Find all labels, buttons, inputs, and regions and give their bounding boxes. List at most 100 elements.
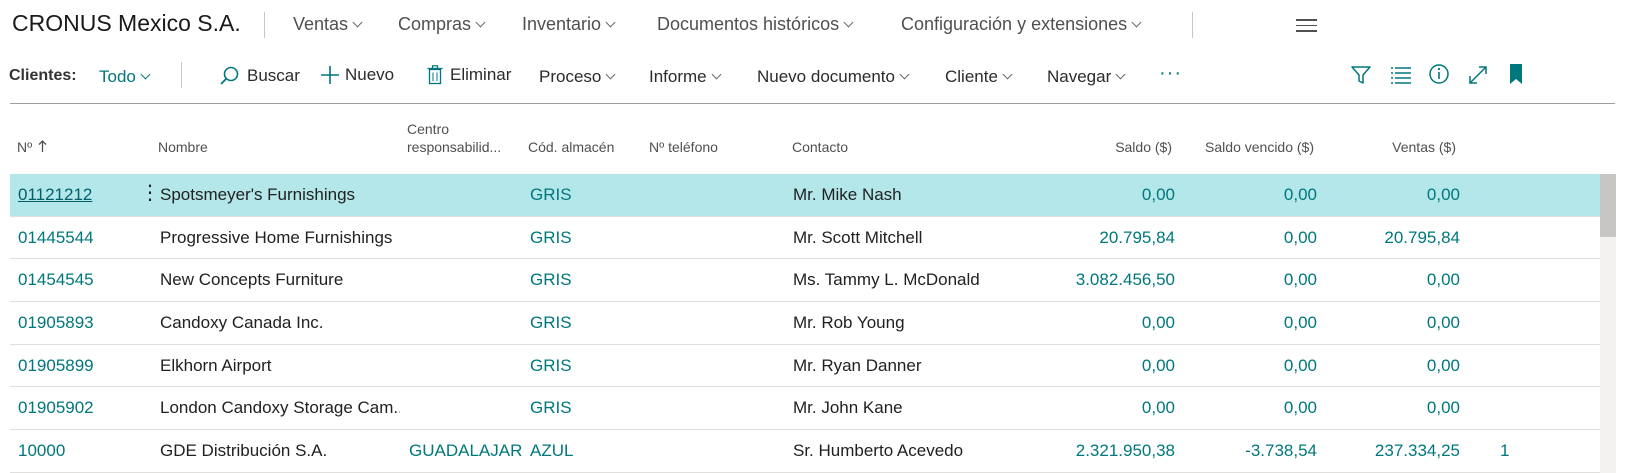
balance-value[interactable]: 3.082.456,50 — [1050, 270, 1175, 290]
action-divider — [181, 62, 182, 88]
expand-icon[interactable] — [1467, 64, 1489, 86]
delete-label: Eliminar — [450, 65, 512, 84]
column-header-center-line2[interactable]: responsabilid... — [407, 139, 501, 155]
menu-inventario[interactable]: Inventario — [522, 14, 616, 35]
customer-no-link[interactable]: 01454545 — [18, 270, 128, 290]
sales-value[interactable]: 0,00 — [1330, 398, 1460, 418]
overdue-value[interactable]: 0,00 — [1190, 185, 1317, 205]
column-header-sales[interactable]: Ventas ($) — [1336, 139, 1456, 155]
location-code[interactable]: GRIS — [530, 313, 640, 333]
balance-value[interactable]: 2.321.950,38 — [1050, 441, 1175, 461]
delete-button[interactable]: Eliminar — [427, 65, 511, 85]
chevron-down-icon — [475, 17, 486, 27]
contact-name: Sr. Humberto Acevedo — [793, 441, 964, 461]
location-code[interactable]: GRIS — [530, 270, 640, 290]
chevron-down-icon — [1002, 69, 1013, 80]
balance-value[interactable]: 0,00 — [1050, 185, 1175, 205]
info-icon[interactable] — [1428, 63, 1450, 85]
customer-no-link[interactable]: 01905899 — [18, 356, 128, 376]
next-column-value[interactable]: 1 — [1500, 441, 1520, 461]
overdue-value[interactable]: 0,00 — [1190, 313, 1317, 333]
customer-label: Cliente — [945, 67, 998, 86]
menu-documentos-historicos[interactable]: Documentos históricos — [657, 14, 854, 35]
overdue-value[interactable]: 0,00 — [1190, 270, 1317, 290]
menu-ventas[interactable]: Ventas — [293, 14, 363, 35]
report-label: Informe — [649, 67, 707, 86]
location-code[interactable]: AZUL — [530, 441, 640, 461]
column-header-phone[interactable]: Nº teléfono — [649, 139, 718, 155]
column-header-overdue[interactable]: Saldo vencido ($) — [1180, 139, 1314, 155]
menu-compras[interactable]: Compras — [398, 14, 486, 35]
table-row[interactable]: 01454545 ⋮ New Concepts Furniture GRIS M… — [10, 259, 1600, 303]
new-button[interactable]: Nuevo — [320, 65, 394, 85]
hamburger-menu-icon[interactable] — [1296, 19, 1317, 36]
new-document-menu[interactable]: Nuevo documento — [757, 67, 910, 87]
location-code[interactable]: GRIS — [530, 398, 640, 418]
table-row[interactable]: 01905899 ⋮ Elkhorn Airport GRIS Mr. Ryan… — [10, 345, 1600, 388]
table-row[interactable]: 10000 ⋮ GDE Distribución S.A. GUADALAJAR… — [10, 430, 1600, 473]
sales-value[interactable]: 0,00 — [1330, 270, 1460, 290]
customer-no-link[interactable]: 01121212 — [18, 185, 128, 205]
table-row[interactable]: 01905893 ⋮ Candoxy Canada Inc. GRIS Mr. … — [10, 302, 1600, 345]
location-code[interactable]: GRIS — [530, 228, 640, 248]
column-header-balance[interactable]: Saldo ($) — [1052, 139, 1172, 155]
balance-value[interactable]: 0,00 — [1050, 356, 1175, 376]
table-row[interactable]: 01905902 ⋮ London Candoxy Storage Cam...… — [10, 387, 1600, 431]
overdue-value[interactable]: 0,00 — [1190, 228, 1317, 248]
overdue-value[interactable]: 0,00 — [1190, 398, 1317, 418]
customer-no-link[interactable]: 01905893 — [18, 313, 128, 333]
contact-name: Ms. Tammy L. McDonald — [793, 270, 980, 290]
process-menu[interactable]: Proceso — [539, 67, 616, 87]
location-code[interactable]: GRIS — [530, 185, 640, 205]
chevron-down-icon — [899, 69, 910, 80]
customer-name: New Concepts Furniture — [160, 270, 344, 290]
bookmark-icon[interactable] — [1508, 63, 1524, 85]
menu-label: Documentos históricos — [657, 14, 840, 34]
customer-no-link[interactable]: 01905902 — [18, 398, 128, 418]
balance-value[interactable]: 0,00 — [1050, 398, 1175, 418]
scrollbar-thumb[interactable] — [1600, 174, 1616, 237]
customer-name: Candoxy Canada Inc. — [160, 313, 324, 333]
customer-name: Spotsmeyer's Furnishings — [160, 185, 356, 204]
sales-value[interactable]: 0,00 — [1330, 313, 1460, 333]
column-header-location[interactable]: Cód. almacén — [528, 139, 614, 155]
column-header-center-line1[interactable]: Centro — [407, 121, 449, 137]
sales-value[interactable]: 0,00 — [1330, 356, 1460, 376]
sales-value[interactable]: 20.795,84 — [1330, 228, 1460, 248]
top-navigation: CRONUS Mexico S.A. Ventas Compras Invent… — [0, 0, 1652, 50]
filter-icon[interactable] — [1350, 64, 1372, 86]
table-row[interactable]: 01121212 ⋮ Spotsmeyer's Furnishings GRIS… — [10, 174, 1600, 217]
nav-divider — [1192, 12, 1193, 38]
customer-no-link[interactable]: 01445544 — [18, 228, 128, 248]
view-selector[interactable]: Todo — [99, 67, 151, 87]
report-menu[interactable]: Informe — [649, 67, 722, 87]
navigate-label: Navegar — [1047, 67, 1112, 86]
column-header-contact[interactable]: Contacto — [792, 139, 848, 155]
table-row[interactable]: 01445544 ⋮ Progressive Home Furnishings … — [10, 217, 1600, 260]
menu-label: Inventario — [522, 14, 602, 34]
balance-value[interactable]: 0,00 — [1050, 313, 1175, 333]
balance-value[interactable]: 20.795,84 — [1050, 228, 1175, 248]
overdue-value[interactable]: 0,00 — [1190, 356, 1317, 376]
menu-label: Configuración y extensiones — [901, 14, 1128, 34]
new-label: Nuevo — [345, 65, 395, 84]
overdue-value[interactable]: -3.738,54 — [1190, 441, 1317, 461]
menu-configuracion[interactable]: Configuración y extensiones — [901, 14, 1142, 35]
responsibility-center[interactable]: GUADALAJAR — [409, 441, 527, 461]
column-header-no[interactable]: Nº — [17, 139, 47, 155]
more-options-button[interactable]: ··· — [1159, 62, 1182, 85]
location-code[interactable]: GRIS — [530, 356, 640, 376]
customer-no-link[interactable]: 10000 — [18, 441, 128, 461]
list-view-icon[interactable] — [1390, 65, 1412, 85]
row-actions-icon[interactable]: ⋮ — [140, 183, 160, 203]
view-label: Todo — [99, 67, 136, 86]
chevron-down-icon — [843, 17, 854, 27]
company-name[interactable]: CRONUS Mexico S.A. — [12, 10, 241, 37]
column-header-name[interactable]: Nombre — [158, 139, 208, 155]
sales-value[interactable]: 0,00 — [1330, 185, 1460, 205]
navigate-menu[interactable]: Navegar — [1047, 67, 1126, 87]
customer-menu[interactable]: Cliente — [945, 67, 1013, 87]
sales-value[interactable]: 237.334,25 — [1330, 441, 1460, 461]
search-button[interactable]: Buscar — [218, 65, 300, 87]
chevron-down-icon — [711, 69, 722, 80]
